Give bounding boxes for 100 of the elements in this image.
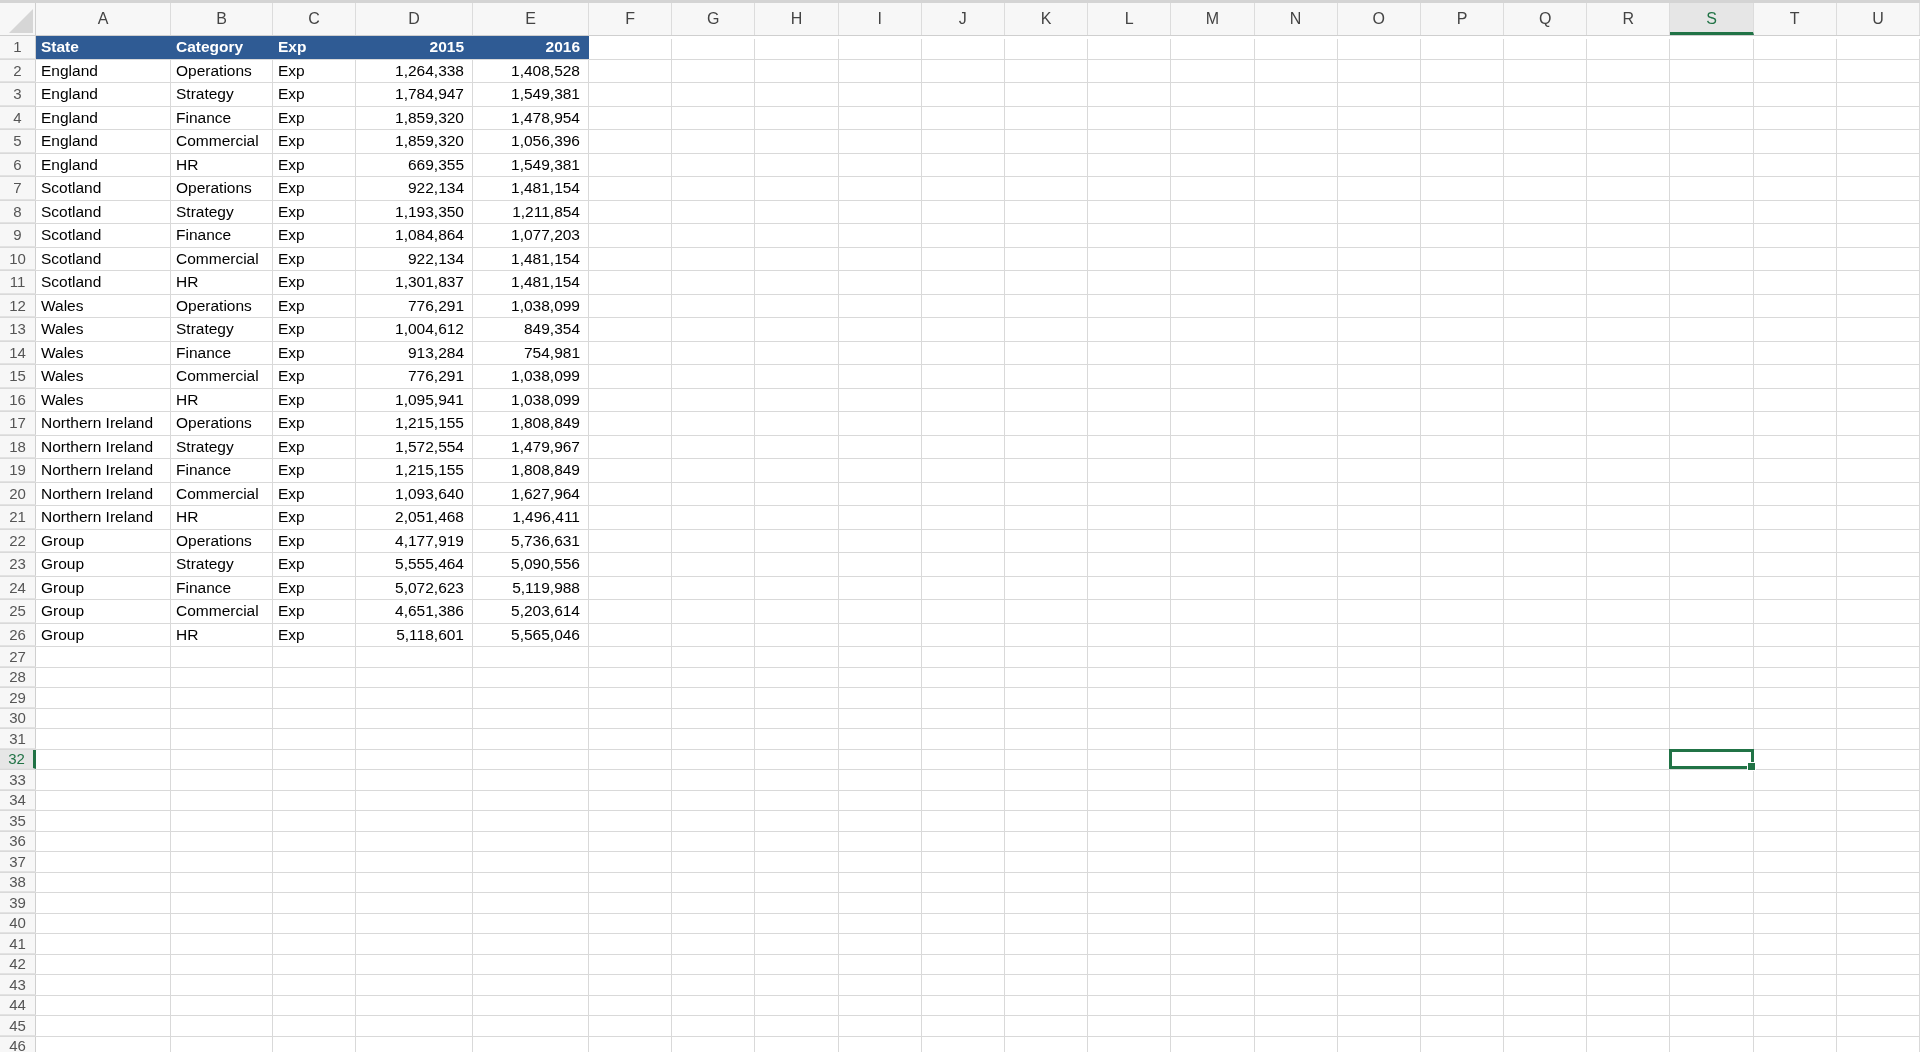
column-header[interactable]: D [356, 3, 473, 35]
table-cell: HR [171, 506, 273, 529]
column-header[interactable]: T [1753, 3, 1837, 35]
table-cell: 5,565,046 [473, 623, 589, 646]
row-number[interactable]: 10 [0, 247, 36, 270]
column-header[interactable]: P [1420, 3, 1505, 35]
row-number[interactable]: 14 [0, 341, 36, 364]
table-cell: 1,808,849 [473, 459, 589, 482]
column-header[interactable]: E [473, 3, 589, 35]
column-header[interactable]: F [589, 3, 673, 35]
row-number[interactable]: 25 [0, 600, 36, 623]
row-number[interactable]: 18 [0, 435, 36, 458]
table-cell: Northern Ireland [36, 435, 171, 458]
row-number[interactable]: 45 [0, 1016, 36, 1036]
table-cell: Finance [171, 341, 273, 364]
row-number[interactable]: 35 [0, 811, 36, 831]
row-number[interactable]: 7 [0, 177, 36, 200]
column-header[interactable]: Q [1504, 3, 1588, 35]
row-number[interactable]: 40 [0, 913, 36, 933]
table-cell: Scotland [36, 247, 171, 270]
row-number[interactable]: 12 [0, 294, 36, 317]
row-number[interactable]: 6 [0, 153, 36, 176]
table-cell: Operations [171, 529, 273, 552]
table-cell: Finance [171, 459, 273, 482]
row-number[interactable]: 17 [0, 412, 36, 435]
table-cell: 1,004,612 [356, 318, 473, 341]
table-cell: England [36, 130, 171, 153]
table-cell: 913,284 [356, 341, 473, 364]
row-number[interactable]: 26 [0, 623, 36, 646]
row-number[interactable]: 8 [0, 200, 36, 223]
table-cell: 1,095,941 [356, 388, 473, 411]
selected-cell[interactable] [1669, 748, 1754, 769]
table-cell: 1,784,947 [356, 83, 473, 106]
row-number[interactable]: 16 [0, 388, 36, 411]
row-number[interactable]: 5 [0, 130, 36, 153]
row-number[interactable]: 15 [0, 365, 36, 388]
column-header[interactable]: G [672, 3, 756, 35]
column-header[interactable]: N [1254, 3, 1338, 35]
table-cell: Finance [171, 576, 273, 599]
row-number[interactable]: 37 [0, 852, 36, 872]
table-cell: Scotland [36, 224, 171, 247]
table-cell: 5,118,601 [356, 623, 473, 646]
column-header[interactable]: K [1004, 3, 1089, 35]
row-number[interactable]: 42 [0, 954, 36, 974]
column-header[interactable]: M [1171, 3, 1255, 35]
row-number[interactable]: 41 [0, 934, 36, 954]
table-cell: Wales [36, 341, 171, 364]
row-number[interactable]: 3 [0, 83, 36, 106]
row-number[interactable]: 20 [0, 482, 36, 505]
row-number[interactable]: 19 [0, 459, 36, 482]
row-number[interactable]: 29 [0, 688, 36, 708]
table-cell: 1,479,967 [473, 435, 589, 458]
table-cell: 1,093,640 [356, 482, 473, 505]
row-number[interactable]: 28 [0, 667, 36, 687]
row-number[interactable]: 38 [0, 872, 36, 892]
table-cell: Exp [273, 83, 356, 106]
table-cell: Exp [273, 553, 356, 576]
column-header[interactable]: B [171, 3, 273, 35]
row-number[interactable]: 39 [0, 893, 36, 913]
table-cell: 1,627,964 [473, 482, 589, 505]
table-cell: Northern Ireland [36, 412, 171, 435]
row-number[interactable]: 30 [0, 708, 36, 728]
row-number[interactable]: 4 [0, 106, 36, 129]
column-header[interactable]: S [1670, 3, 1754, 35]
table-cell: 1,408,528 [473, 59, 589, 82]
fill-handle[interactable] [1746, 762, 1756, 771]
row-number[interactable]: 33 [0, 770, 36, 790]
column-header[interactable]: I [838, 3, 922, 35]
row-number[interactable]: 31 [0, 729, 36, 749]
row-number[interactable]: 27 [0, 647, 36, 667]
table-cell: England [36, 83, 171, 106]
row-number[interactable]: 2 [0, 59, 36, 82]
column-header[interactable]: O [1337, 3, 1421, 35]
table-cell: England [36, 106, 171, 129]
row-number[interactable]: 44 [0, 995, 36, 1015]
table-cell: HR [171, 153, 273, 176]
column-header[interactable]: J [921, 3, 1005, 35]
column-header[interactable]: L [1088, 3, 1172, 35]
row-number[interactable]: 36 [0, 831, 36, 851]
table-cell: 5,203,614 [473, 600, 589, 623]
row-number[interactable]: 11 [0, 271, 36, 294]
column-header[interactable]: C [273, 3, 356, 35]
table-cell: 1,549,381 [473, 153, 589, 176]
column-header[interactable]: U [1836, 3, 1920, 35]
table-cell: Exp [273, 459, 356, 482]
row-number[interactable]: 34 [0, 790, 36, 810]
row-number[interactable]: 13 [0, 318, 36, 341]
row-number[interactable]: 32 [0, 749, 36, 769]
row-number[interactable]: 21 [0, 506, 36, 529]
row-number[interactable]: 9 [0, 224, 36, 247]
column-header[interactable]: H [755, 3, 839, 35]
column-header[interactable]: A [36, 3, 171, 35]
row-number[interactable]: 43 [0, 975, 36, 995]
table-cell: Exp [273, 435, 356, 458]
row-number[interactable]: 1 [0, 36, 36, 59]
table-cell: 1,301,837 [356, 271, 473, 294]
row-number[interactable]: 22 [0, 529, 36, 552]
row-number[interactable]: 23 [0, 553, 36, 576]
table-cell: 5,072,623 [356, 576, 473, 599]
row-number[interactable]: 24 [0, 576, 36, 599]
